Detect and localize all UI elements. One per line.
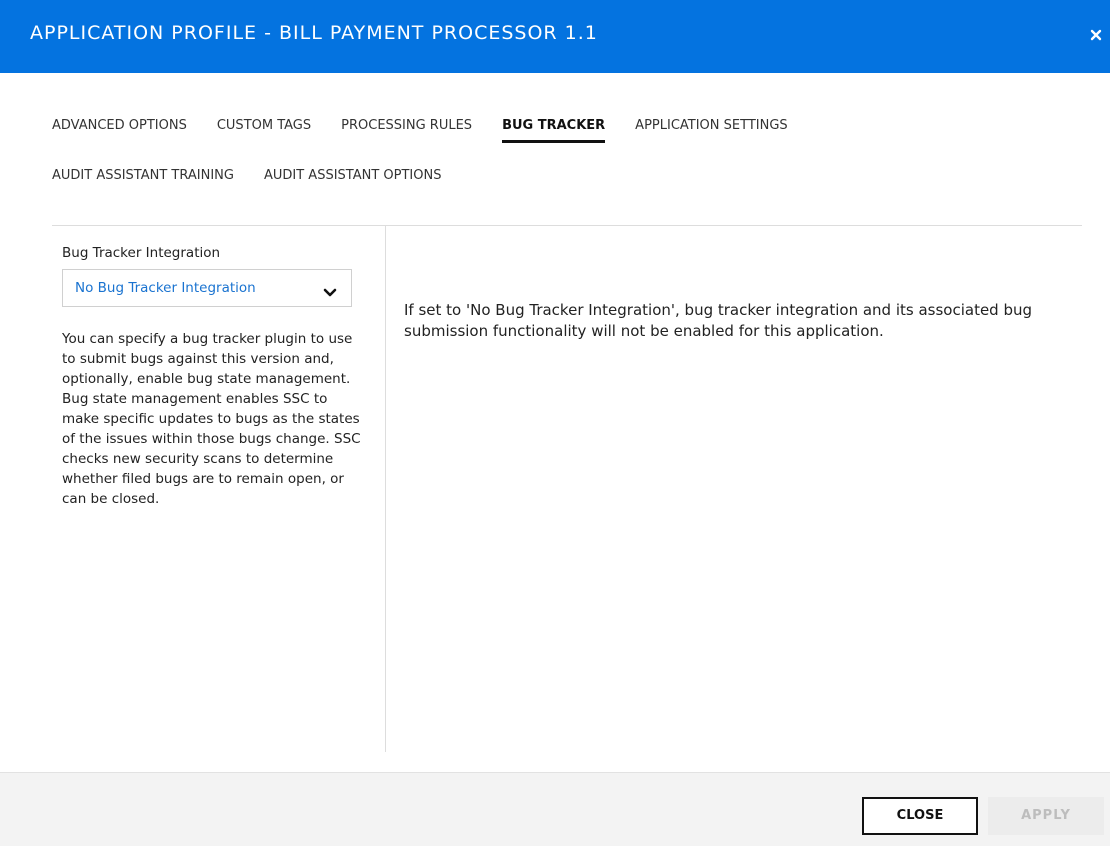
bug-tracker-selected-value: No Bug Tracker Integration	[75, 280, 256, 296]
bug-tracker-settings-panel: Bug Tracker Integration No Bug Tracker I…	[62, 245, 372, 509]
tab-row-2: AUDIT ASSISTANT TRAINING AUDIT ASSISTANT…	[52, 168, 1052, 218]
close-icon-glyph	[1090, 29, 1102, 41]
chevron-down-icon	[323, 283, 337, 302]
dialog-title-bar: APPLICATION PROFILE - BILL PAYMENT PROCE…	[0, 0, 1110, 73]
content-divider	[52, 225, 1082, 226]
tab-custom-tags[interactable]: CUSTOM TAGS	[217, 118, 311, 143]
dialog-footer: CLOSE APPLY	[0, 772, 1110, 846]
tab-processing-rules[interactable]: PROCESSING RULES	[341, 118, 472, 143]
tab-audit-assistant-options[interactable]: AUDIT ASSISTANT OPTIONS	[264, 168, 442, 193]
tab-advanced-options[interactable]: ADVANCED OPTIONS	[52, 118, 187, 143]
close-button[interactable]: CLOSE	[862, 797, 978, 835]
application-profile-dialog: APPLICATION PROFILE - BILL PAYMENT PROCE…	[0, 0, 1110, 846]
tab-application-settings[interactable]: APPLICATION SETTINGS	[635, 118, 787, 143]
bug-tracker-integration-label: Bug Tracker Integration	[62, 245, 221, 261]
tab-audit-assistant-training[interactable]: AUDIT ASSISTANT TRAINING	[52, 168, 234, 193]
panel-divider	[385, 226, 386, 752]
close-icon[interactable]	[1086, 26, 1106, 46]
tab-bug-tracker[interactable]: BUG TRACKER	[502, 118, 606, 143]
bug-tracker-integration-select[interactable]: No Bug Tracker Integration	[62, 269, 352, 307]
apply-button: APPLY	[988, 797, 1104, 835]
bug-tracker-help-text: You can specify a bug tracker plugin to …	[62, 331, 361, 507]
bug-tracker-description: If set to 'No Bug Tracker Integration', …	[404, 301, 1033, 340]
tab-bar: ADVANCED OPTIONS CUSTOM TAGS PROCESSING …	[52, 118, 1052, 218]
tab-row-1: ADVANCED OPTIONS CUSTOM TAGS PROCESSING …	[52, 118, 1052, 168]
dialog-title: APPLICATION PROFILE - BILL PAYMENT PROCE…	[30, 22, 598, 44]
